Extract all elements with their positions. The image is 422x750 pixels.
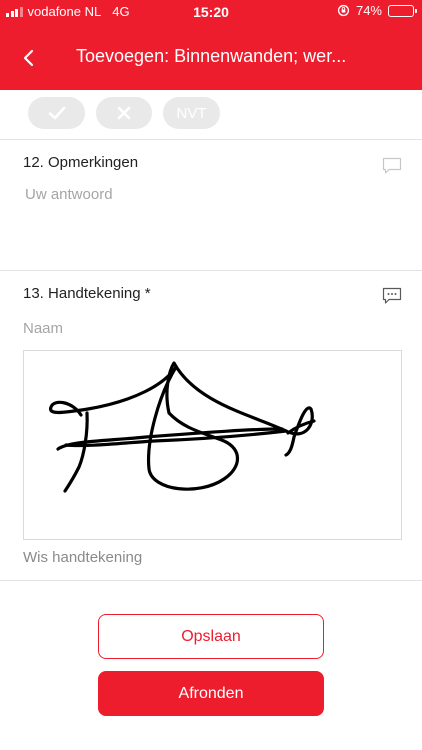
cross-icon [117, 106, 131, 120]
battery-percentage: 74% [355, 3, 382, 18]
remarks-input[interactable] [25, 186, 395, 256]
rotation-lock-icon [337, 4, 350, 17]
question-12: 12. Opmerkingen [0, 140, 422, 271]
comment-icon[interactable] [382, 157, 402, 175]
answer-no-button[interactable] [96, 97, 152, 129]
question-title: 13. Handtekening * [23, 285, 151, 302]
status-right: 74% [337, 3, 417, 18]
clear-signature-link[interactable]: Wis handtekening [23, 549, 142, 566]
save-button[interactable]: Opslaan [98, 614, 324, 659]
battery-icon [388, 4, 417, 17]
signature-drawing [49, 361, 316, 493]
question-title: 12. Opmerkingen [23, 154, 139, 171]
answer-options: NVT [0, 90, 422, 140]
checkmark-icon [48, 106, 65, 120]
finish-button[interactable]: Afronden [98, 671, 324, 716]
back-button[interactable] [14, 44, 42, 72]
comment-icon[interactable] [382, 287, 402, 305]
navigation-bar: Toevoegen: Binnenwanden; wer... [0, 30, 422, 86]
app-header: vodafone NL 4G 15:20 74% Toevoegen: Binn… [0, 0, 422, 90]
status-bar: vodafone NL 4G 15:20 74% [0, 0, 422, 24]
name-input[interactable] [23, 317, 393, 339]
question-13: 13. Handtekening * Wis handtekening [0, 271, 422, 581]
chevron-left-icon [23, 49, 34, 67]
page-title: Toevoegen: Binnenwanden; wer... [76, 46, 347, 66]
answer-na-button[interactable]: NVT [163, 97, 220, 129]
answer-yes-button[interactable] [28, 97, 85, 129]
signature-pad[interactable] [23, 350, 402, 540]
